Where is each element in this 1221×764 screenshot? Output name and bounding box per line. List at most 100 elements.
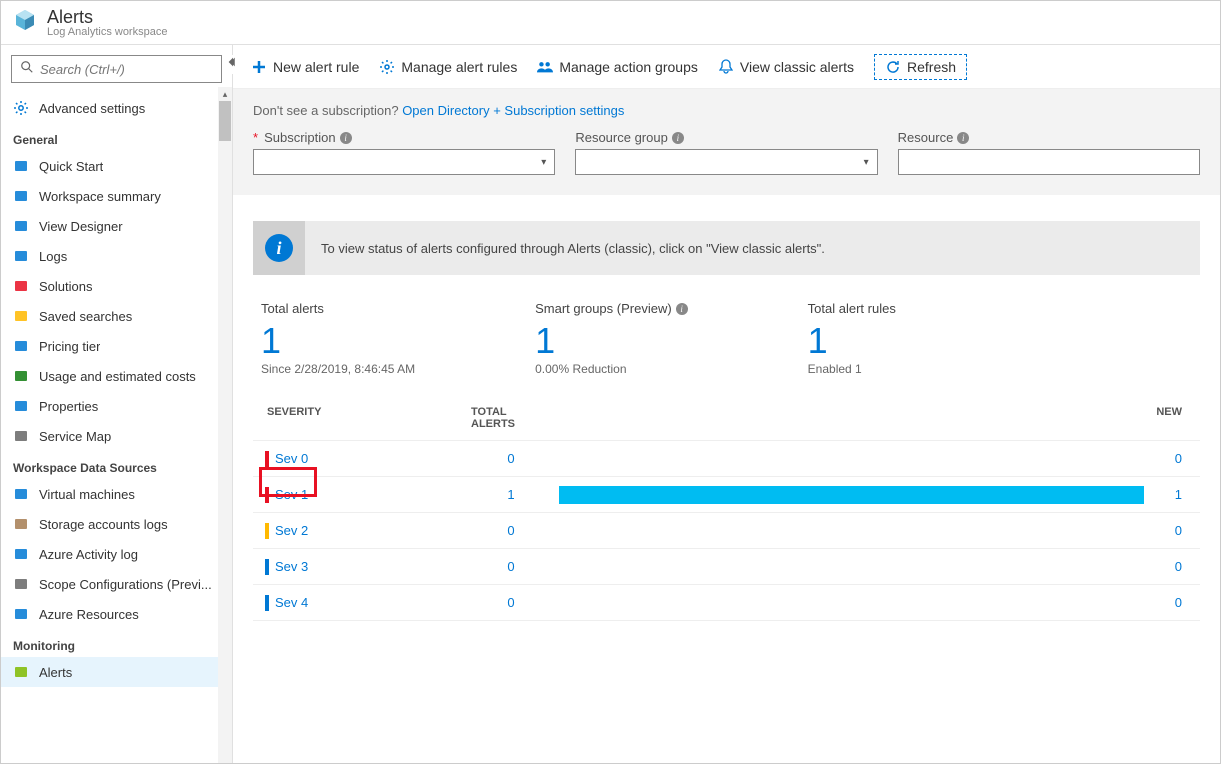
- stat-smart-groups-title: Smart groups (Preview) i: [535, 301, 688, 316]
- manage-action-groups-button[interactable]: Manage action groups: [537, 59, 698, 75]
- sidebar-item-label: Alerts: [39, 665, 72, 680]
- view-classic-alerts-button[interactable]: View classic alerts: [718, 59, 854, 75]
- scroll-thumb[interactable]: [219, 101, 231, 141]
- severity-table: SEVERITY TOTAL ALERTS NEW Sev 0 0 0 Sev 111…: [253, 400, 1200, 621]
- resource-select[interactable]: [898, 149, 1200, 175]
- sidebar-item-label: Workspace summary: [39, 189, 161, 204]
- severity-new: 0: [1152, 595, 1192, 610]
- severity-row[interactable]: Sev 2 0 0: [253, 512, 1200, 548]
- sidebar-item[interactable]: Usage and estimated costs: [1, 361, 232, 391]
- sidebar-item-label: Scope Configurations (Previ...: [39, 577, 212, 592]
- sidebar-item[interactable]: View Designer: [1, 211, 232, 241]
- sidebar: ▴ Advanced settings General Quick Start Wo…: [1, 45, 233, 763]
- refresh-icon: [885, 59, 901, 75]
- info-banner: i To view status of alerts configured th…: [253, 221, 1200, 275]
- collapse-sidebar-button[interactable]: [226, 55, 240, 74]
- sidebar-item[interactable]: Service Map: [1, 421, 232, 451]
- nav-icon: [13, 428, 29, 444]
- nav-icon: [13, 546, 29, 562]
- search-icon: [20, 60, 40, 79]
- stats-row: Total alerts 1 Since 2/28/2019, 8:46:45 …: [233, 275, 1220, 386]
- plus-icon: [251, 59, 267, 75]
- sidebar-item[interactable]: Virtual machines: [1, 479, 232, 509]
- severity-total: 0: [471, 523, 551, 538]
- sidebar-item[interactable]: Workspace summary: [1, 181, 232, 211]
- severity-total: 0: [471, 559, 551, 574]
- severity-new: 0: [1152, 523, 1192, 538]
- severity-link[interactable]: Sev 0: [275, 451, 308, 466]
- nav-icon: [13, 664, 29, 680]
- stat-alert-rules-value[interactable]: 1: [808, 320, 896, 362]
- new-alert-rule-button[interactable]: New alert rule: [251, 59, 359, 75]
- stat-total-alerts-title: Total alerts: [261, 301, 415, 316]
- toolbar: New alert rule Manage alert rules Manage…: [233, 45, 1220, 89]
- sidebar-item-advanced-settings[interactable]: Advanced settings: [1, 93, 232, 123]
- sidebar-item-label: Quick Start: [39, 159, 103, 174]
- nav-icon: [13, 576, 29, 592]
- sidebar-item-label: Azure Activity log: [39, 547, 138, 562]
- section-heading: General: [1, 123, 232, 151]
- severity-bar-chart: [559, 594, 1144, 612]
- severity-row[interactable]: Sev 4 0 0: [253, 584, 1200, 620]
- severity-row[interactable]: Sev 000: [253, 440, 1200, 476]
- nav-icon: [13, 398, 29, 414]
- bell-icon: [718, 59, 734, 75]
- severity-table-header: SEVERITY TOTAL ALERTS NEW: [253, 400, 1200, 440]
- severity-new: 0: [1152, 559, 1192, 574]
- nav-icon: [13, 486, 29, 502]
- info-icon[interactable]: i: [957, 132, 969, 144]
- severity-color-bar: [265, 559, 269, 575]
- sidebar-item[interactable]: Azure Resources: [1, 599, 232, 629]
- sidebar-item[interactable]: Saved searches: [1, 301, 232, 331]
- sidebar-item-label: Service Map: [39, 429, 111, 444]
- nav-icon: [13, 308, 29, 324]
- severity-link[interactable]: Sev 2: [275, 523, 308, 538]
- nav-icon: [13, 278, 29, 294]
- resource-group-select[interactable]: ▾: [575, 149, 877, 175]
- search-input-wrapper[interactable]: [11, 55, 222, 83]
- severity-color-bar: [265, 487, 269, 503]
- severity-total: 0: [471, 451, 551, 466]
- severity-row[interactable]: Sev 111: [253, 476, 1200, 512]
- resource-label: Resource i: [898, 130, 1200, 145]
- scroll-up-icon[interactable]: ▴: [218, 87, 232, 101]
- severity-link[interactable]: Sev 1: [275, 487, 308, 502]
- severity-link[interactable]: Sev 4: [275, 595, 308, 610]
- sidebar-item-label: Logs: [39, 249, 67, 264]
- sidebar-item[interactable]: Quick Start: [1, 151, 232, 181]
- scrollbar[interactable]: ▴: [218, 87, 232, 763]
- sidebar-item[interactable]: Alerts: [1, 657, 232, 687]
- sidebar-item-label: View Designer: [39, 219, 123, 234]
- stat-total-alerts-value[interactable]: 1: [261, 320, 415, 362]
- sidebar-item-label: Solutions: [39, 279, 92, 294]
- search-input[interactable]: [40, 62, 213, 77]
- info-icon[interactable]: i: [676, 303, 688, 315]
- severity-link[interactable]: Sev 3: [275, 559, 308, 574]
- sidebar-item-label: Saved searches: [39, 309, 132, 324]
- section-heading: Workspace Data Sources: [1, 451, 232, 479]
- gear-icon: [379, 59, 395, 75]
- severity-row[interactable]: Sev 3 0 0: [253, 548, 1200, 584]
- stat-smart-groups-value[interactable]: 1: [535, 320, 688, 362]
- sidebar-item[interactable]: Solutions: [1, 271, 232, 301]
- manage-alert-rules-button[interactable]: Manage alert rules: [379, 59, 517, 75]
- main-content: New alert rule Manage alert rules Manage…: [233, 45, 1220, 763]
- sidebar-item[interactable]: Logs: [1, 241, 232, 271]
- sidebar-item-label: Azure Resources: [39, 607, 139, 622]
- sidebar-item[interactable]: Storage accounts logs: [1, 509, 232, 539]
- sidebar-item-label: Properties: [39, 399, 98, 414]
- info-icon[interactable]: i: [672, 132, 684, 144]
- info-icon: i: [253, 221, 305, 275]
- open-directory-link[interactable]: Open Directory + Subscription settings: [402, 103, 624, 118]
- subscription-select[interactable]: ▾: [253, 149, 555, 175]
- refresh-button[interactable]: Refresh: [874, 54, 967, 80]
- info-icon[interactable]: i: [340, 132, 352, 144]
- sidebar-item[interactable]: Pricing tier: [1, 331, 232, 361]
- sidebar-item[interactable]: Properties: [1, 391, 232, 421]
- severity-bar-chart: [559, 558, 1144, 576]
- severity-total: 0: [471, 595, 551, 610]
- sidebar-item[interactable]: Azure Activity log: [1, 539, 232, 569]
- sidebar-item-label: Virtual machines: [39, 487, 135, 502]
- sidebar-item[interactable]: Scope Configurations (Previ...: [1, 569, 232, 599]
- severity-bar-chart: [559, 486, 1144, 504]
